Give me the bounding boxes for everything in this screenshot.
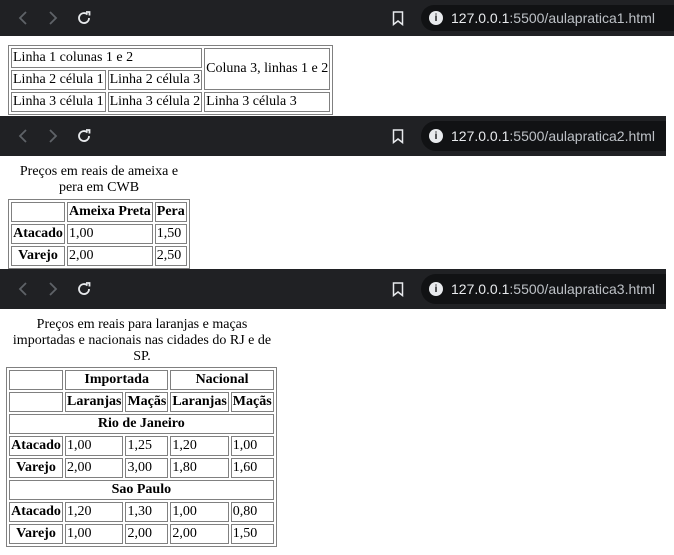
table-cell: Linha 3 célula 2: [107, 92, 203, 112]
table-header-cell: Maçãs: [230, 392, 274, 412]
table-row: Atacado 1,00 1,50: [11, 224, 187, 244]
back-arrow-icon[interactable]: [14, 269, 34, 309]
table-cell: 1,20: [170, 436, 229, 456]
table-cell: 1,60: [230, 458, 274, 478]
section-header: Rio de Janeiro: [9, 414, 274, 434]
info-icon[interactable]: i: [429, 11, 443, 25]
table-cell: 1,00: [65, 436, 124, 456]
table-cell: Linha 2 célula 3: [107, 70, 203, 90]
browser-toolbar-2: i 127.0.0.1:5500/aulapratica2.html: [0, 116, 666, 156]
browser-toolbar-1: i 127.0.0.1:5500/aulapratica1.html: [0, 0, 674, 36]
table-cell: 1,50: [230, 524, 274, 544]
info-icon[interactable]: i: [429, 129, 443, 143]
table-header-cell: Laranjas: [170, 392, 229, 412]
table-cell: 1,20: [65, 502, 124, 522]
row-label: Atacado: [9, 436, 63, 456]
table-header-row: Laranjas Maçãs Laranjas Maçãs: [9, 392, 274, 412]
table-header-row: Importada Nacional: [9, 370, 274, 390]
table-cell: 1,00: [67, 224, 153, 244]
back-arrow-icon[interactable]: [14, 0, 34, 36]
row-label: Atacado: [11, 224, 65, 244]
table-row: Varejo 2,00 3,00 1,80 1,60: [9, 458, 274, 478]
table-aulapratica1: Linha 1 colunas 1 e 2 Coluna 3, linhas 1…: [8, 45, 334, 115]
reload-icon[interactable]: [74, 269, 94, 309]
bookmark-icon[interactable]: [392, 116, 404, 156]
bookmark-icon[interactable]: [392, 0, 404, 36]
row-label: Atacado: [9, 502, 63, 522]
table-row: Varejo 2,00 2,50: [11, 246, 187, 266]
row-label: Varejo: [9, 458, 63, 478]
table-header-cell: Maçãs: [125, 392, 169, 412]
table-row: Atacado 1,20 1,30 1,00 0,80: [9, 502, 274, 522]
table-cell: Linha 2 célula 1: [11, 70, 106, 90]
table-cell: Linha 3 célula 1: [11, 92, 106, 112]
row-label: Varejo: [9, 524, 63, 544]
info-icon[interactable]: i: [429, 282, 443, 296]
section-header-row: Rio de Janeiro: [9, 414, 274, 434]
bookmark-icon[interactable]: [392, 269, 404, 309]
table-header-cell: Nacional: [170, 370, 274, 390]
table-cell: 1,30: [125, 502, 169, 522]
table-cell: 1,50: [154, 224, 187, 244]
table-cell: Coluna 3, linhas 1 e 2: [204, 48, 331, 90]
address-bar[interactable]: i 127.0.0.1:5500/aulapratica3.html: [421, 274, 666, 304]
table-cell: 2,00: [170, 524, 229, 544]
address-text: 127.0.0.1:5500/aulapratica1.html: [451, 10, 655, 26]
table-header-cell: Importada: [65, 370, 169, 390]
reload-icon[interactable]: [74, 116, 94, 156]
table-cell: 1,00: [230, 436, 274, 456]
table-cell: 1,25: [125, 436, 169, 456]
address-bar[interactable]: i 127.0.0.1:5500/aulapratica2.html: [421, 121, 666, 151]
forward-arrow-icon[interactable]: [42, 269, 62, 309]
table-header-cell: [9, 370, 63, 390]
section-header-row: Sao Paulo: [9, 480, 274, 500]
table-cell: 2,00: [125, 524, 169, 544]
table-header-cell: [11, 202, 65, 222]
table-aulapratica3: Importada Nacional Laranjas Maçãs Laranj…: [6, 367, 277, 547]
table-cell: 2,00: [67, 246, 153, 266]
table-header-row: Ameixa Preta Pera: [11, 202, 187, 222]
table-cell: 3,00: [125, 458, 169, 478]
table-row: Atacado 1,00 1,25 1,20 1,00: [9, 436, 274, 456]
back-arrow-icon[interactable]: [14, 116, 34, 156]
reload-icon[interactable]: [74, 0, 94, 36]
table-cell: 1,80: [170, 458, 229, 478]
section-header: Sao Paulo: [9, 480, 274, 500]
table-header-cell: Laranjas: [65, 392, 124, 412]
table-cell: 1,00: [170, 502, 229, 522]
table-row: Linha 3 célula 1 Linha 3 célula 2 Linha …: [11, 92, 331, 112]
table-header-cell: [9, 392, 63, 412]
address-bar[interactable]: i 127.0.0.1:5500/aulapratica1.html: [421, 5, 674, 31]
table-header-cell: Ameixa Preta: [67, 202, 153, 222]
table-cell: 2,00: [65, 458, 124, 478]
forward-arrow-icon[interactable]: [42, 116, 62, 156]
table-cell: 0,80: [230, 502, 274, 522]
address-text: 127.0.0.1:5500/aulapratica2.html: [451, 128, 655, 144]
browser-toolbar-3: i 127.0.0.1:5500/aulapratica3.html: [0, 269, 666, 309]
address-text: 127.0.0.1:5500/aulapratica3.html: [451, 281, 655, 297]
table-caption-2: Preços em reais de ameixa e pera em CWB: [19, 164, 179, 195]
table-caption-3: Preços em reais para laranjas e maças im…: [12, 317, 272, 364]
table-cell: 2,50: [154, 246, 187, 266]
table-row: Varejo 1,00 2,00 2,00 1,50: [9, 524, 274, 544]
table-header-cell: Pera: [154, 202, 187, 222]
table-row: Linha 1 colunas 1 e 2 Coluna 3, linhas 1…: [11, 48, 331, 90]
table-cell: Linha 1 colunas 1 e 2: [11, 48, 203, 68]
table-aulapratica2: Ameixa Preta Pera Atacado 1,00 1,50 Vare…: [8, 199, 190, 269]
row-label: Varejo: [11, 246, 65, 266]
table-cell: Linha 3 célula 3: [204, 92, 331, 112]
forward-arrow-icon[interactable]: [42, 0, 62, 36]
table-cell: 1,00: [65, 524, 124, 544]
